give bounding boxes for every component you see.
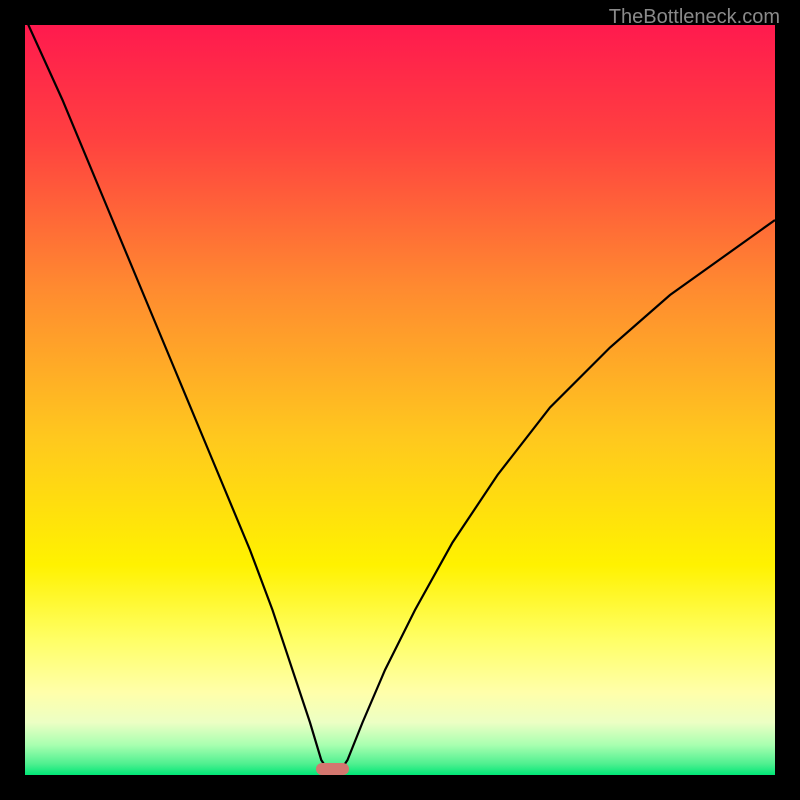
bottleneck-curve: [25, 25, 775, 775]
optimal-marker: [316, 763, 350, 774]
chart-plot-area: [25, 25, 775, 775]
attribution-text: TheBottleneck.com: [609, 6, 780, 29]
